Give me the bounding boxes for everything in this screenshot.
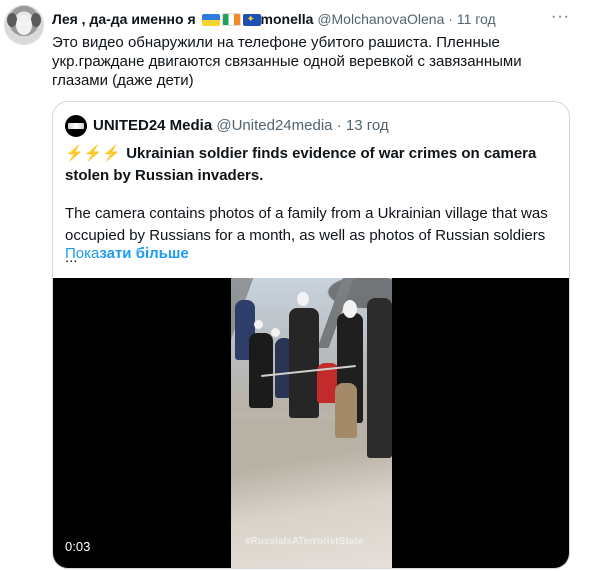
video-duration: 0:03 <box>65 539 91 554</box>
tweet-header: Лея , да-да именно я monella @Molchanova… <box>52 10 496 29</box>
avatar-face <box>16 15 32 35</box>
quoted-author-avatar[interactable] <box>65 115 87 137</box>
video-person <box>289 308 319 418</box>
author-avatar[interactable] <box>4 5 44 45</box>
ireland-flag-icon <box>221 13 241 26</box>
video-person <box>367 298 392 458</box>
video-mask <box>343 300 357 318</box>
author-name-suffix[interactable]: monella <box>261 11 314 27</box>
video-person <box>249 333 273 408</box>
video-mask <box>297 292 309 306</box>
author-handle[interactable]: @MolchanovaOlena <box>317 11 444 27</box>
tweet[interactable]: Лея , да-да именно я monella @Molchanova… <box>0 0 590 571</box>
avatar-hair-right <box>31 13 41 27</box>
separator-dot: · <box>336 117 342 134</box>
quoted-title-text: Ukrainian soldier finds evidence of war … <box>65 145 537 184</box>
tweet-text: Это видео обнаружили на телефоне убитого… <box>52 34 522 89</box>
author-name[interactable]: Лея , да-да именно я <box>52 11 196 27</box>
video-person <box>335 383 357 438</box>
quoted-time[interactable]: 13 год <box>346 117 389 134</box>
united24-logo-icon <box>68 123 84 129</box>
quoted-author-handle[interactable]: @United24media <box>216 117 332 134</box>
ukraine-flag-icon <box>201 14 220 26</box>
video-frame: #RussiaIsATerroristState <box>231 278 392 568</box>
quoted-author-name[interactable]: UNITED24 Media <box>93 117 212 134</box>
more-horizontal-icon[interactable]: ··· <box>551 8 570 26</box>
show-more-bold: зати більше <box>99 245 189 262</box>
tweet-time[interactable]: 11 год <box>457 11 496 27</box>
video-player[interactable]: #RussiaIsATerroristState 0:03 <box>53 278 569 568</box>
eu-flag-icon <box>242 11 261 29</box>
show-more-link[interactable]: Показати більше <box>65 245 189 263</box>
video-mask <box>254 320 263 329</box>
video-watermark: #RussiaIsATerroristState <box>245 536 364 547</box>
separator-dot: · <box>448 11 453 27</box>
lightning-icon: ⚡⚡⚡ <box>65 145 122 162</box>
video-mask <box>271 328 280 337</box>
quoted-title: ⚡⚡⚡ Ukrainian soldier finds evidence of … <box>65 143 555 187</box>
show-more-prefix: Пока <box>65 245 100 262</box>
quoted-tweet[interactable]: UNITED24 Media @United24media · 13 год ⚡… <box>52 101 570 569</box>
quoted-header: UNITED24 Media @United24media · 13 год <box>93 117 389 135</box>
